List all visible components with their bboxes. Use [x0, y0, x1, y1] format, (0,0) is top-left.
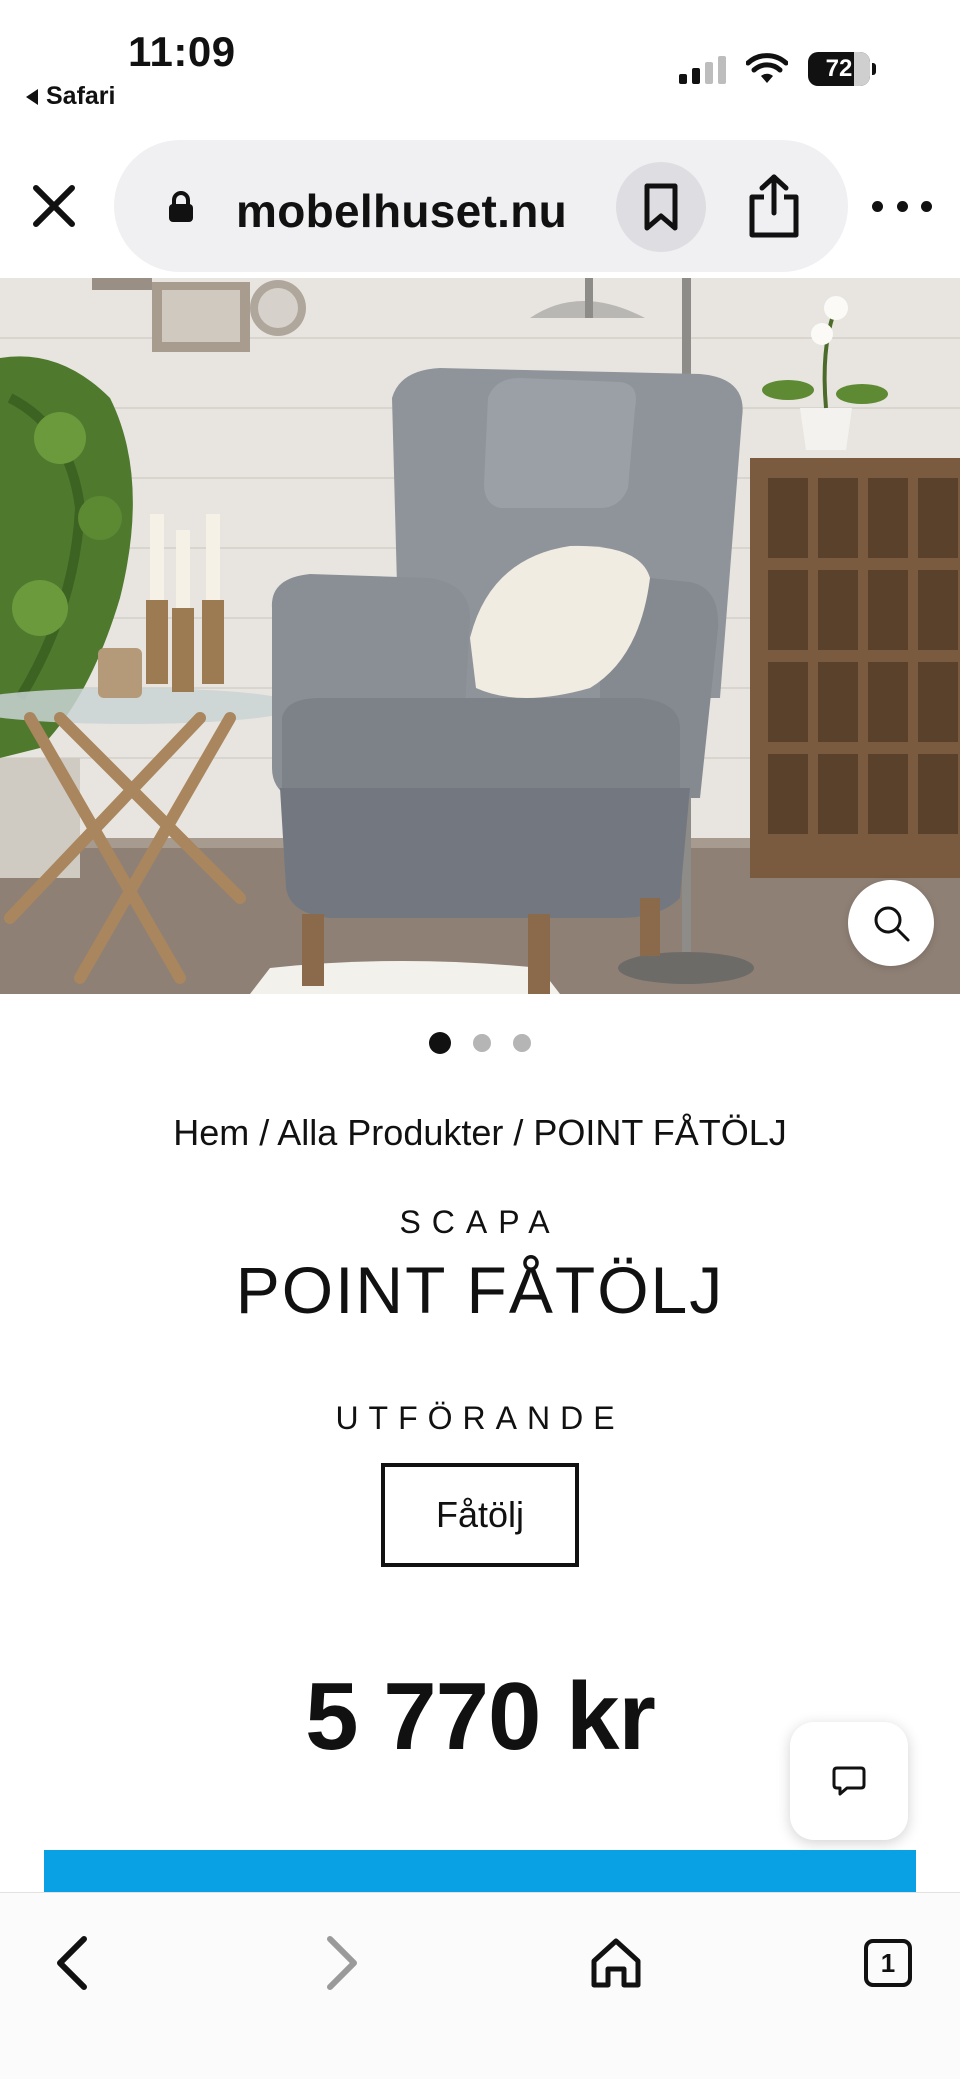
battery-level: 72 — [825, 55, 853, 82]
breadcrumb-current: POINT FÅTÖLJ — [533, 1112, 787, 1153]
status-icons: 72 — [679, 52, 876, 86]
share-icon — [749, 174, 799, 238]
more-icon — [872, 200, 883, 212]
lock-icon — [169, 191, 193, 222]
cellular-signal-icon — [679, 54, 726, 84]
product-brand: SCAPA — [399, 1204, 561, 1240]
status-time: 11:09 — [128, 28, 236, 75]
back-button[interactable] — [32, 1923, 112, 2003]
tabs-button[interactable]: 1 — [848, 1923, 928, 2003]
zoom-button[interactable] — [848, 880, 934, 966]
carousel-dot-1[interactable] — [429, 1032, 451, 1054]
chevron-right-icon — [327, 1936, 357, 1990]
breadcrumb-all-products[interactable]: Alla Produkter — [277, 1112, 503, 1153]
breadcrumb-separator: / — [503, 1112, 534, 1153]
battery-icon: 72 — [808, 52, 876, 86]
product-image — [0, 278, 960, 994]
more-options-button[interactable] — [872, 186, 932, 226]
close-button[interactable] — [28, 180, 80, 232]
variant-option-button[interactable]: Fåtölj — [381, 1463, 579, 1567]
bookmark-icon — [644, 183, 678, 231]
variant-label: UTFÖRANDE — [335, 1400, 625, 1436]
browser-toolbar: 1 — [0, 1892, 960, 2079]
chat-button[interactable] — [790, 1722, 908, 1840]
home-button[interactable] — [576, 1923, 656, 2003]
breadcrumb: Hem / Alla Produkter / POINT FÅTÖLJ — [0, 1112, 960, 1154]
product-image-carousel[interactable] — [0, 278, 960, 994]
url-field[interactable]: mobelhuset.nu — [114, 140, 848, 272]
back-to-app-link[interactable]: Safari — [26, 82, 115, 111]
chat-icon — [832, 1766, 866, 1796]
carousel-indicator — [0, 1032, 960, 1054]
tabs-icon: 1 — [864, 1939, 912, 1987]
breadcrumb-separator: / — [249, 1112, 278, 1153]
carousel-dot-3[interactable] — [513, 1034, 531, 1052]
wifi-icon — [746, 53, 788, 83]
carousel-dot-2[interactable] — [473, 1034, 491, 1052]
search-zoom-icon — [874, 906, 910, 942]
status-bar: 11:09 Safari 72 — [0, 0, 960, 130]
product-title: POINT FÅTÖLJ — [235, 1253, 725, 1327]
back-app-label: Safari — [46, 82, 116, 110]
home-icon — [591, 1938, 641, 1988]
breadcrumb-home[interactable]: Hem — [173, 1112, 249, 1153]
page: 11:09 Safari 72 mobelhuset.nu Hem / Alla… — [0, 0, 960, 2079]
bookmark-button[interactable] — [616, 162, 706, 252]
back-triangle-icon — [26, 88, 38, 105]
url-text: mobelhuset.nu — [236, 185, 568, 237]
close-icon — [33, 185, 75, 227]
forward-button[interactable] — [302, 1923, 382, 2003]
share-button[interactable] — [734, 164, 814, 248]
browser-address-bar: mobelhuset.nu — [0, 130, 960, 278]
chevron-left-icon — [57, 1936, 87, 1990]
